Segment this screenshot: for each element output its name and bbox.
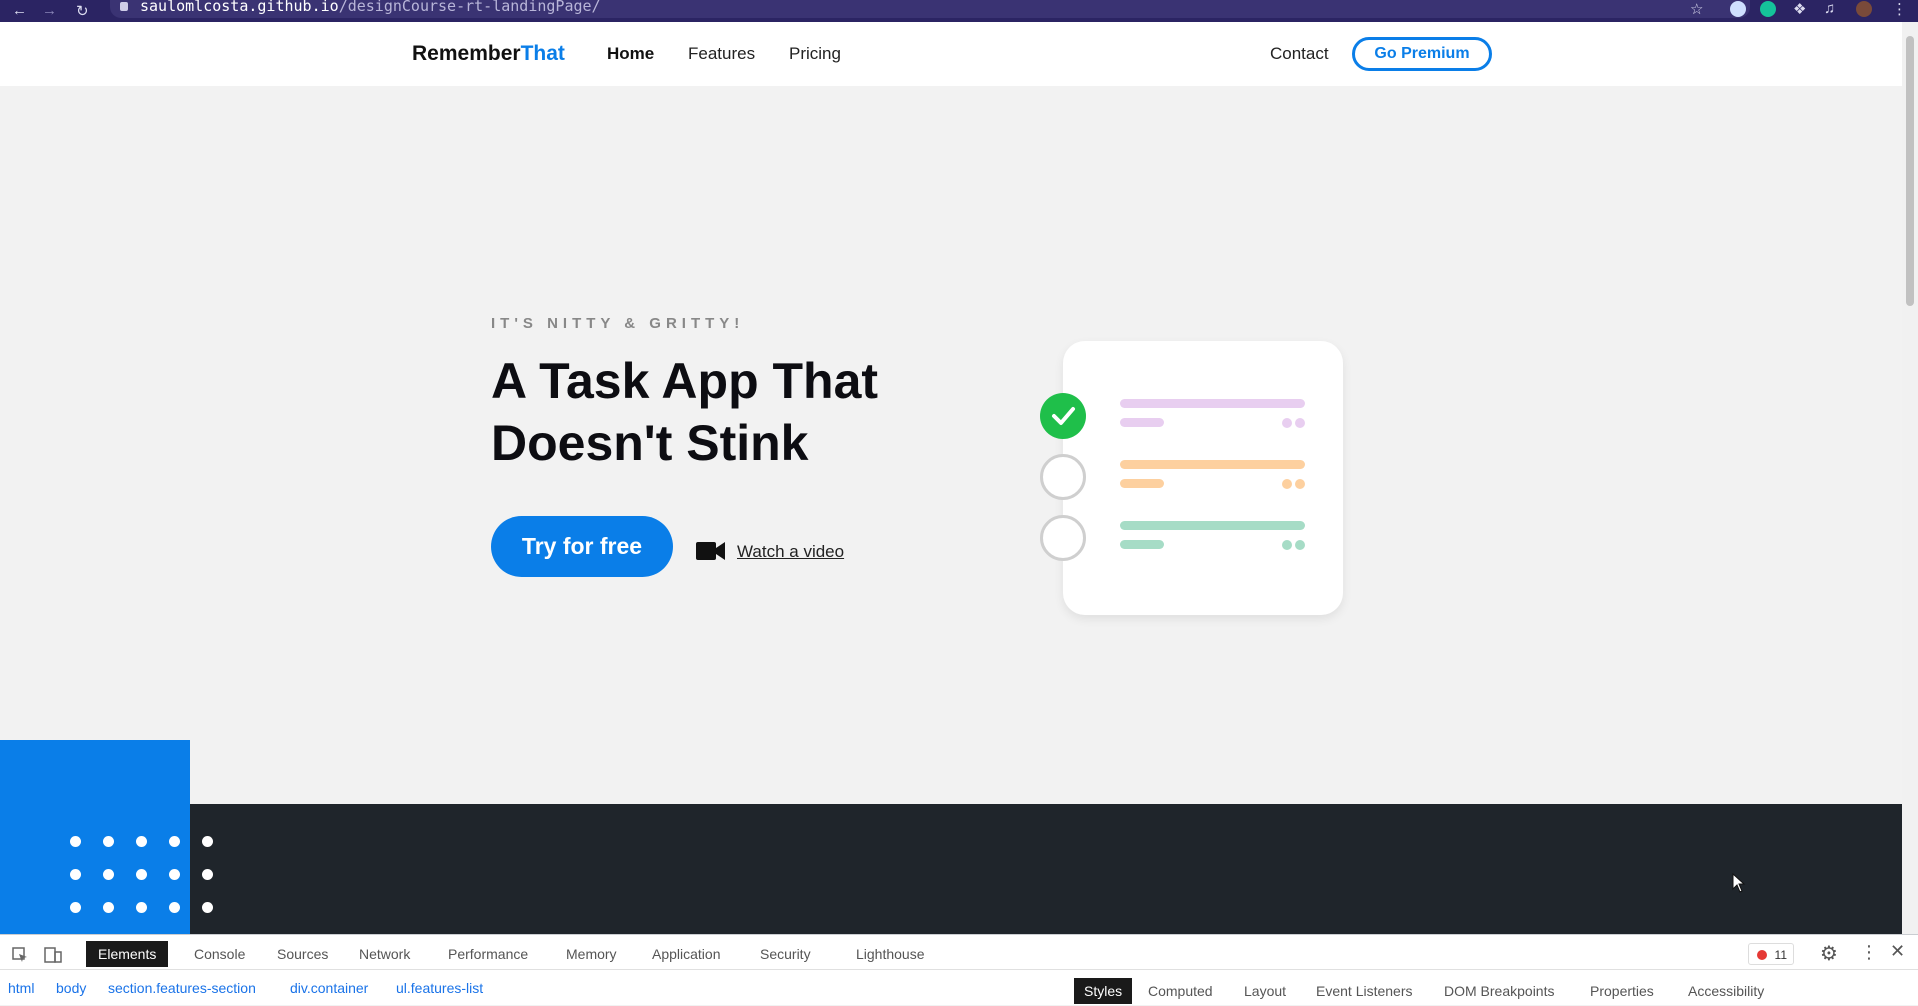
tab-layout[interactable]: Layout [1234, 978, 1296, 1004]
tab-security[interactable]: Security [748, 941, 823, 967]
task-dot [1282, 540, 1292, 550]
scrollbar-thumb[interactable] [1906, 36, 1914, 306]
media-icon[interactable]: ♫ [1824, 0, 1835, 17]
devtools-panel: Elements Console Sources Network Perform… [0, 934, 1918, 1005]
hero-eyebrow: IT'S NITTY & GRITTY! [491, 315, 745, 332]
task-line [1120, 418, 1164, 427]
task-dot [1282, 418, 1292, 428]
checkmark-icon [1040, 393, 1086, 439]
avatar[interactable] [1856, 1, 1872, 17]
reload-icon[interactable]: ↻ [76, 2, 89, 20]
tab-computed[interactable]: Computed [1138, 978, 1223, 1004]
decorative-blue-block [0, 740, 190, 934]
close-icon[interactable]: ✕ [1890, 941, 1905, 962]
puzzle-icon[interactable]: ❖ [1793, 0, 1806, 18]
extension-icon[interactable] [1730, 1, 1746, 17]
tab-application[interactable]: Application [640, 941, 733, 967]
breadcrumb-html[interactable]: html [8, 980, 34, 996]
breadcrumb-body[interactable]: body [56, 980, 86, 996]
tab-styles[interactable]: Styles [1074, 978, 1133, 1004]
features-section [0, 804, 1902, 934]
tab-console[interactable]: Console [182, 941, 257, 967]
device-toolbar-icon[interactable] [44, 946, 62, 964]
devtools-bottom-bar: html body section.features-section div.c… [0, 969, 1918, 1006]
empty-circle-icon [1040, 515, 1086, 561]
logo[interactable]: RememberThat [412, 42, 565, 66]
task-dot [1295, 418, 1305, 428]
browser-toolbar: ← → ↻ saulomlcosta.github.io/designCours… [0, 0, 1918, 22]
tab-properties[interactable]: Properties [1580, 978, 1664, 1004]
try-for-free-button[interactable]: Try for free [491, 516, 673, 577]
error-count: 11 [1774, 948, 1787, 962]
tab-elements[interactable]: Elements [86, 941, 169, 967]
task-dot [1295, 540, 1305, 550]
video-camera-icon[interactable] [696, 541, 726, 561]
inspect-element-icon[interactable] [12, 947, 28, 963]
error-count-badge[interactable]: 11 [1748, 943, 1794, 965]
gear-icon[interactable]: ⚙ [1820, 941, 1838, 966]
tab-network[interactable]: Network [347, 941, 422, 967]
tab-performance[interactable]: Performance [436, 941, 540, 967]
lock-icon[interactable] [120, 2, 128, 11]
nav-contact[interactable]: Contact [1270, 44, 1329, 64]
task-line [1120, 460, 1305, 469]
tab-accessibility[interactable]: Accessibility [1678, 978, 1774, 1004]
kebab-menu-icon[interactable]: ⋮ [1860, 942, 1878, 963]
logo-accent: That [520, 42, 565, 65]
page-scrollbar[interactable] [1902, 22, 1918, 934]
url-host: saulomlcosta.github.io [140, 0, 339, 15]
hero-title-line1: A Task App That [491, 353, 879, 409]
tab-memory[interactable]: Memory [554, 941, 629, 967]
nav-features[interactable]: Features [688, 44, 755, 64]
task-line [1120, 521, 1305, 530]
task-card-illustration [1063, 341, 1343, 615]
hero-title: A Task App That Doesn't Stink [491, 350, 1011, 474]
back-arrow-icon[interactable]: ← [12, 2, 27, 19]
breadcrumb-section[interactable]: section.features-section [108, 980, 256, 996]
tab-event-listeners[interactable]: Event Listeners [1306, 978, 1423, 1004]
forward-arrow-icon[interactable]: → [42, 2, 57, 19]
hero-title-line2: Doesn't Stink [491, 415, 809, 471]
kebab-menu-icon[interactable]: ⋮ [1892, 0, 1907, 18]
breadcrumb-container[interactable]: div.container [290, 980, 368, 996]
task-dot [1295, 479, 1305, 489]
nav-pricing[interactable]: Pricing [789, 44, 841, 64]
task-line [1120, 479, 1164, 488]
task-line [1120, 540, 1164, 549]
empty-circle-icon [1040, 454, 1086, 500]
tab-lighthouse[interactable]: Lighthouse [844, 941, 937, 967]
nav-home[interactable]: Home [607, 44, 654, 64]
site-header: RememberThat Home Features Pricing Conta… [0, 22, 1902, 86]
address-bar[interactable]: saulomlcosta.github.io/designCourse-rt-l… [110, 0, 1750, 18]
url-path: /designCourse-rt-landingPage/ [338, 0, 601, 15]
grammarly-icon[interactable] [1760, 1, 1776, 17]
tab-dom-breakpoints[interactable]: DOM Breakpoints [1434, 978, 1564, 1004]
bookmark-star-icon[interactable]: ☆ [1690, 0, 1703, 18]
tab-sources[interactable]: Sources [265, 941, 340, 967]
task-line [1120, 399, 1305, 408]
task-dot [1282, 479, 1292, 489]
logo-main: Remember [412, 42, 521, 65]
error-icon [1757, 950, 1767, 960]
go-premium-button[interactable]: Go Premium [1352, 37, 1492, 71]
mouse-cursor-icon [1732, 873, 1746, 893]
watch-video-link[interactable]: Watch a video [737, 542, 844, 562]
breadcrumb-features-list[interactable]: ul.features-list [396, 980, 483, 996]
